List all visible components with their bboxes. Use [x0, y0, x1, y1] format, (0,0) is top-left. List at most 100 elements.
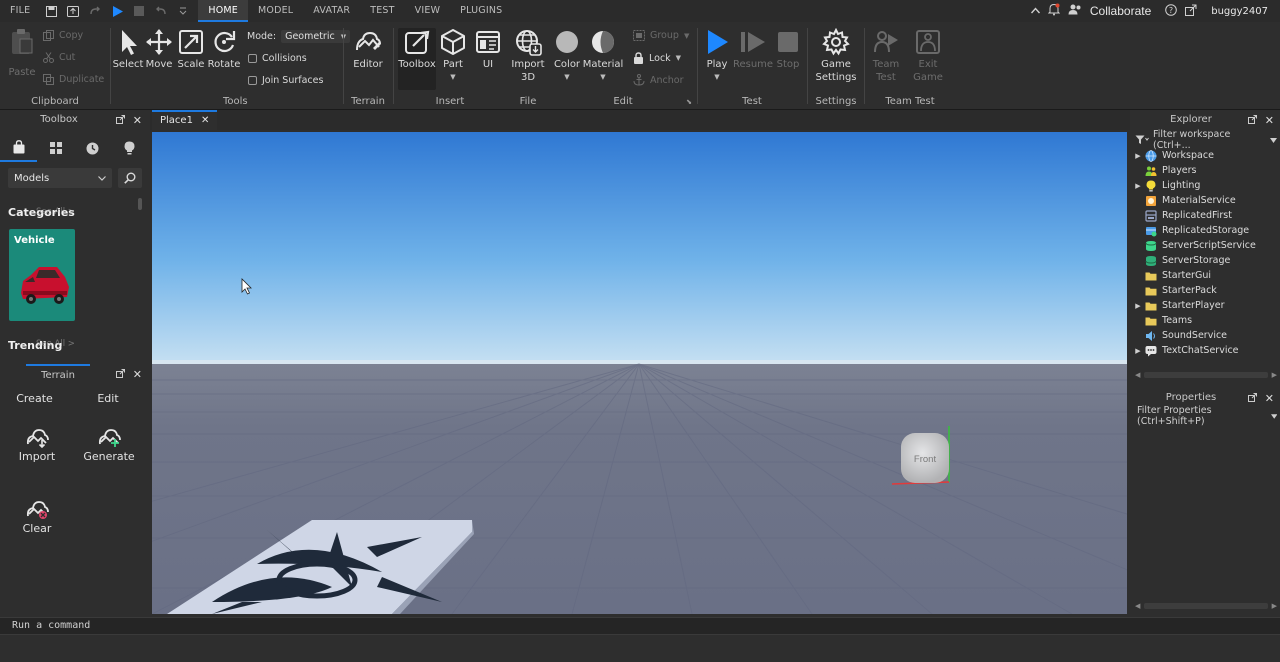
join-surfaces-checkbox[interactable] [248, 76, 257, 85]
move-tool-button[interactable]: Move [146, 28, 172, 71]
notifications-bell-icon[interactable] [1047, 3, 1061, 19]
save-icon[interactable] [43, 3, 59, 19]
help-icon[interactable]: ? [1165, 3, 1178, 19]
close-icon[interactable]: ✕ [133, 114, 142, 127]
terrain-generate-button[interactable]: Generate [83, 426, 135, 463]
3d-viewport[interactable]: Front [152, 132, 1127, 614]
edit-group-expand-icon[interactable]: ⬊ [686, 98, 692, 106]
ui-button[interactable]: UI [474, 28, 502, 71]
categories-see-all-link[interactable]: See All > [36, 207, 75, 217]
scroll-right-icon[interactable]: ▶ [1272, 371, 1277, 379]
vehicle-category-card[interactable]: Vehicle [9, 229, 75, 321]
cut-button[interactable]: Cut [43, 52, 75, 63]
toolbox-category-select[interactable]: Models [8, 168, 112, 188]
explorer-item-workspace[interactable]: ▶ Workspace [1131, 148, 1214, 163]
view-cube-front-label[interactable]: Front [914, 454, 937, 465]
group-button[interactable]: Group ▼ [633, 30, 689, 41]
tab-marketplace[interactable] [0, 134, 37, 162]
collisions-checkbox[interactable] [248, 54, 257, 63]
duplicate-button[interactable]: Duplicate [43, 74, 104, 85]
file-menu[interactable]: FILE [0, 0, 40, 22]
undock-icon[interactable] [115, 114, 125, 127]
tab-inventory[interactable] [37, 134, 74, 162]
scale-tool-button[interactable]: Scale [177, 28, 205, 71]
tab-test[interactable]: TEST [360, 0, 404, 22]
undock-icon[interactable] [115, 368, 125, 381]
explorer-horizontal-scrollbar[interactable]: ◀ ▶ [1135, 371, 1277, 379]
explorer-item-textchatservice[interactable]: ▶ TextChatService [1131, 343, 1239, 358]
stop-button[interactable]: Stop [774, 28, 802, 71]
scroll-left-icon[interactable]: ◀ [1135, 602, 1140, 610]
tab-creations[interactable] [111, 134, 148, 162]
toolbox-button[interactable]: Toolbox [398, 28, 436, 90]
explorer-item-serverscriptservice[interactable]: ServerScriptService [1131, 238, 1256, 253]
quick-play-icon[interactable] [109, 3, 125, 19]
lock-button[interactable]: Lock ▼ [633, 52, 681, 64]
document-tab-place1[interactable]: Place1 ✕ [152, 110, 218, 131]
tab-model[interactable]: MODEL [248, 0, 303, 22]
scroll-right-icon[interactable]: ▶ [1272, 602, 1277, 610]
paste-button[interactable]: Paste [8, 28, 36, 79]
trending-see-all-link[interactable]: See All > [36, 339, 75, 349]
tab-avatar[interactable]: AVATAR [303, 0, 360, 22]
scroll-left-icon[interactable]: ◀ [1135, 371, 1140, 379]
explorer-item-teams[interactable]: Teams [1131, 313, 1192, 328]
close-icon[interactable]: ✕ [133, 368, 142, 381]
explorer-item-players[interactable]: Players [1131, 163, 1197, 178]
terrain-editor-button[interactable]: Editor [350, 28, 386, 71]
part-button[interactable]: Part ▼ [440, 28, 466, 84]
tab-recent[interactable] [74, 134, 111, 162]
explorer-filter[interactable]: Filter workspace (Ctrl+... [1135, 129, 1277, 151]
close-icon[interactable]: ✕ [1265, 392, 1274, 405]
explorer-item-startergui[interactable]: StarterGui [1131, 268, 1211, 283]
expand-arrow-icon[interactable]: ▶ [1131, 347, 1145, 355]
customize-quick-access-icon[interactable] [175, 3, 191, 19]
undo-icon[interactable] [153, 3, 169, 19]
explorer-item-lighting[interactable]: ▶ Lighting [1131, 178, 1200, 193]
explorer-item-materialservice[interactable]: MaterialService [1131, 193, 1236, 208]
tab-create[interactable]: Create [0, 387, 69, 411]
rotate-tool-button[interactable]: Rotate [208, 28, 240, 71]
tab-edit[interactable]: Edit [69, 387, 147, 411]
expand-arrow-icon[interactable]: ▶ [1131, 302, 1145, 310]
explorer-item-soundservice[interactable]: SoundService [1131, 328, 1227, 343]
expand-arrow-icon[interactable]: ▶ [1131, 152, 1145, 160]
terrain-clear-button[interactable]: Clear [14, 498, 60, 535]
collisions-toggle[interactable]: Collisions [248, 53, 307, 64]
collapse-ribbon-icon[interactable] [1030, 6, 1040, 17]
join-surfaces-toggle[interactable]: Join Surfaces [248, 75, 323, 86]
explorer-item-serverstorage[interactable]: ServerStorage [1131, 253, 1230, 268]
properties-horizontal-scrollbar[interactable]: ◀ ▶ [1135, 602, 1277, 610]
tab-home[interactable]: HOME [198, 0, 248, 22]
username-label[interactable]: buggy2407 [1211, 6, 1268, 17]
game-settings-button[interactable]: Game Settings [814, 28, 858, 84]
close-icon[interactable]: ✕ [1265, 114, 1274, 127]
properties-filter-input[interactable]: Filter Properties (Ctrl+Shift+P) [1137, 405, 1271, 427]
share-icon[interactable] [1185, 4, 1197, 19]
properties-filter[interactable]: Filter Properties (Ctrl+Shift+P) [1137, 405, 1277, 427]
exit-game-button[interactable]: Exit Game [913, 28, 943, 84]
material-button[interactable]: Material ▼ [583, 28, 623, 84]
redo-arrow-icon[interactable] [87, 3, 103, 19]
close-icon[interactable]: ✕ [201, 111, 209, 131]
tab-plugins[interactable]: PLUGINS [450, 0, 512, 22]
select-tool-button[interactable]: Select [113, 28, 143, 71]
collaborate-button[interactable]: Collaborate [1090, 4, 1151, 18]
explorer-item-starterpack[interactable]: StarterPack [1131, 283, 1217, 298]
explorer-item-starterplayer[interactable]: ▶ StarterPlayer [1131, 298, 1224, 313]
toolbox-search-button[interactable] [118, 168, 142, 188]
copy-button[interactable]: Copy [43, 30, 83, 41]
explorer-item-replicatedfirst[interactable]: ReplicatedFirst [1131, 208, 1232, 223]
terrain-import-button[interactable]: Import [14, 426, 60, 463]
undock-icon[interactable] [1247, 392, 1257, 405]
undock-icon[interactable] [1247, 114, 1257, 127]
anchor-button[interactable]: Anchor [633, 74, 683, 86]
collaborate-cloud-icon[interactable] [1068, 4, 1082, 18]
import-3d-button[interactable]: Import 3D [510, 28, 546, 84]
toolbox-scrollbar[interactable] [138, 198, 142, 210]
play-button[interactable]: Play ▼ [702, 28, 732, 84]
tab-view[interactable]: VIEW [405, 0, 451, 22]
quick-stop-icon[interactable] [131, 3, 147, 19]
team-test-button[interactable]: Team Test [871, 28, 901, 84]
expand-arrow-icon[interactable]: ▶ [1131, 182, 1145, 190]
